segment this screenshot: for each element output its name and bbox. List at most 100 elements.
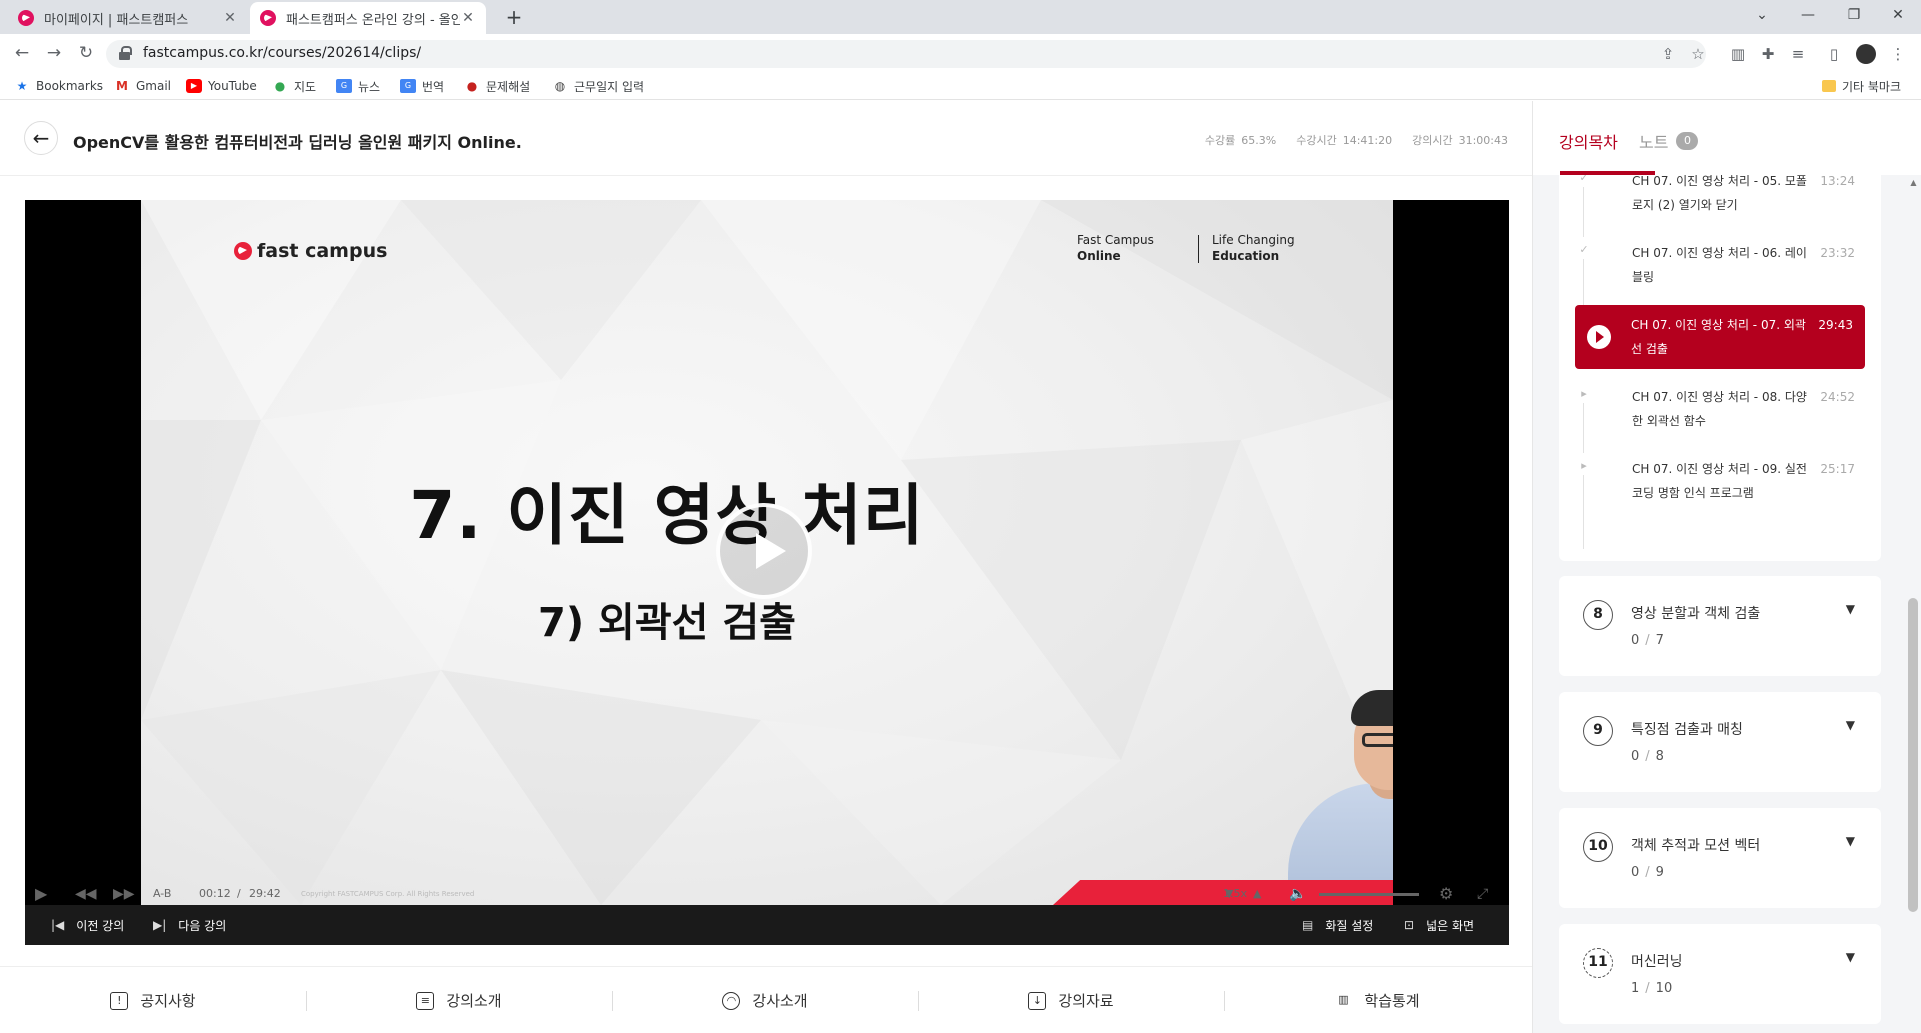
chapter-number: 8: [1583, 600, 1613, 630]
chapter-title: 특징점 검출과 매칭: [1631, 722, 1743, 738]
back-arrow-icon[interactable]: ←: [24, 121, 58, 155]
clip-item-08[interactable]: ▸ CH 07. 이진 영상 처리 - 08. 다양한 외곽선 함수 24:52: [1575, 385, 1865, 453]
panel-scrollbar-thumb[interactable]: [1908, 598, 1918, 912]
prev-lecture-button[interactable]: |◀ 이전 강의: [51, 905, 124, 945]
bookmark-star-icon[interactable]: ☆: [1688, 44, 1708, 64]
share-icon[interactable]: ⇪: [1658, 44, 1678, 64]
quality-settings-button[interactable]: ▤ 화질 설정: [1302, 905, 1373, 945]
clip-item-06[interactable]: ✓ CH 07. 이진 영상 처리 - 06. 레이블링 23:32: [1575, 241, 1865, 309]
bookmark-item[interactable]: G 번역: [400, 76, 444, 96]
rewind-icon[interactable]: ◀◀: [75, 880, 97, 908]
tab-curriculum[interactable]: 강의목차: [1559, 129, 1618, 153]
restore-icon[interactable]: ❐: [1831, 0, 1877, 34]
volume-slider[interactable]: [1319, 893, 1419, 896]
minimize-icon[interactable]: —: [1785, 0, 1831, 34]
tab-course-intro[interactable]: ≡ 강의소개: [306, 967, 612, 1033]
play-small-icon: ▸: [1581, 387, 1587, 400]
close-icon[interactable]: ✕: [222, 10, 238, 26]
tab-notes[interactable]: 노트 0: [1639, 129, 1699, 153]
tab-materials[interactable]: ↓ 강의자료: [918, 967, 1224, 1033]
chapter-9[interactable]: 9 특징점 검출과 매칭 0/8 ▼: [1559, 692, 1881, 792]
chapter-number: 10: [1583, 832, 1613, 862]
extension-n-icon[interactable]: ▥: [1728, 44, 1748, 64]
current-time: 00:12: [199, 887, 231, 900]
course-header: ← OpenCV를 활용한 컴퓨터비전과 딥러닝 올인원 패키지 Online.…: [0, 101, 1532, 176]
ab-repeat-button[interactable]: A-B: [153, 880, 171, 908]
fast-forward-icon[interactable]: ▶▶: [113, 880, 135, 908]
news-icon: G: [336, 79, 352, 93]
fastcampus-favicon-icon: [260, 10, 276, 26]
scroll-up-icon[interactable]: ▲: [1906, 178, 1921, 192]
chapter-11[interactable]: 11 머신러닝 1/10 ▼: [1559, 924, 1881, 1024]
reading-list-icon[interactable]: ≡: [1788, 44, 1808, 64]
chevron-down-icon[interactable]: ▼: [1846, 834, 1855, 848]
course-info-tabs: ! 공지사항 ≡ 강의소개 ◠ 강사소개 ↓ 강의자료 ▥ 학습통계: [0, 966, 1532, 1033]
bookmark-item[interactable]: ● 지도: [272, 76, 316, 96]
window-close-icon[interactable]: ✕: [1875, 0, 1921, 34]
browser-tab-course[interactable]: 패스트캠퍼스 온라인 강의 - 올인 ✕: [250, 2, 486, 34]
chapter-10[interactable]: 10 객체 추적과 모션 벡터 0/9 ▼: [1559, 808, 1881, 908]
forward-arrow-icon[interactable]: →: [42, 41, 66, 65]
clip-duration: 25:17: [1820, 462, 1855, 476]
settings-gear-icon[interactable]: ⚙: [1439, 880, 1453, 908]
tab-notice[interactable]: ! 공지사항: [0, 967, 306, 1033]
fastcampus-favicon-icon: [18, 10, 34, 26]
clip-timeline-line: [1583, 259, 1584, 309]
tab-search-icon[interactable]: ⌄: [1739, 0, 1785, 34]
wide-screen-icon: ⊡: [1404, 918, 1415, 932]
chevron-down-icon[interactable]: ▼: [1846, 718, 1855, 732]
playback-speed[interactable]: 1.5x: [1223, 880, 1247, 908]
side-panel-icon[interactable]: ▯: [1824, 44, 1844, 64]
clip-duration: 13:24: [1820, 175, 1855, 188]
bookmark-item[interactable]: ★ Bookmarks: [14, 76, 103, 96]
speed-up-icon[interactable]: ▲: [1253, 880, 1261, 908]
browser-tab-mypage[interactable]: 마이페이지 | 패스트캠퍼스 ✕: [8, 2, 248, 34]
app-icon: ●: [466, 79, 478, 93]
youtube-icon: ▶: [186, 79, 202, 93]
clip-item-05[interactable]: ✓ CH 07. 이진 영상 처리 - 05. 모폴로지 (2) 열기와 닫기 …: [1575, 175, 1865, 237]
bookmark-label: 기타 북마크: [1842, 79, 1902, 94]
chapter-number: 11: [1583, 948, 1613, 978]
bookmark-label: YouTube: [208, 79, 257, 93]
more-menu-icon[interactable]: ⋮: [1888, 44, 1908, 64]
chevron-down-icon[interactable]: ▼: [1846, 602, 1855, 616]
course-title: OpenCV를 활용한 컴퓨터비전과 딥러닝 올인원 패키지 Online.: [73, 133, 522, 152]
back-arrow-icon[interactable]: ←: [10, 41, 34, 65]
extensions-puzzle-icon[interactable]: ✚: [1758, 44, 1778, 64]
reload-icon[interactable]: ↻: [74, 41, 98, 65]
bookmark-item[interactable]: ◍ 근무일지 입력: [552, 76, 644, 96]
bookmark-item[interactable]: ● 문제해설: [464, 76, 530, 96]
clip-item-09[interactable]: ▸ CH 07. 이진 영상 처리 - 09. 실전 코딩 명함 인식 프로그램…: [1575, 457, 1865, 549]
bookmark-item[interactable]: M Gmail: [114, 76, 171, 96]
chevron-down-icon[interactable]: ▼: [1846, 950, 1855, 964]
time-separator: /: [237, 887, 241, 900]
chapter-8[interactable]: 8 영상 분할과 객체 검출 0/7 ▼: [1559, 576, 1881, 676]
clip-timeline-line: [1583, 187, 1584, 237]
tab-title: 패스트캠퍼스 온라인 강의 - 올인: [286, 12, 460, 28]
slide-brand-left: Fast Campus Online: [1077, 233, 1154, 263]
next-lecture-button[interactable]: ▶| 다음 강의: [153, 905, 226, 945]
browser-tab-strip: 마이페이지 | 패스트캠퍼스 ✕ 패스트캠퍼스 온라인 강의 - 올인 ✕ + …: [0, 0, 1921, 34]
wide-screen-button[interactable]: ⊡ 넓은 화면: [1404, 905, 1474, 945]
url-text: fastcampus.co.kr/courses/202614/clips/: [143, 45, 422, 61]
slide-title: 7. 이진 영상 처리: [409, 477, 925, 554]
other-bookmarks[interactable]: 기타 북마크: [1822, 76, 1901, 96]
play-icon[interactable]: ▶: [35, 880, 47, 908]
play-button[interactable]: [716, 503, 812, 599]
clip-item-07-playing[interactable]: CH 07. 이진 영상 처리 - 07. 외곽선 검출 29:43: [1575, 305, 1865, 369]
tab-instructor-intro[interactable]: ◠ 강사소개: [612, 967, 918, 1033]
star-icon: ★: [16, 79, 28, 93]
address-bar[interactable]: fastcampus.co.kr/courses/202614/clips/: [106, 40, 1706, 68]
new-tab-button[interactable]: +: [500, 5, 528, 29]
slide-brand-right: Life Changing Education: [1212, 233, 1295, 263]
bookmark-item[interactable]: ▶ YouTube: [186, 76, 257, 96]
volume-icon[interactable]: 🔈: [1289, 880, 1306, 908]
tab-stats[interactable]: ▥ 학습통계: [1224, 967, 1530, 1033]
bookmark-item[interactable]: G 뉴스: [336, 76, 380, 96]
fullscreen-icon[interactable]: ⤢: [1477, 880, 1488, 908]
close-icon[interactable]: ✕: [460, 10, 476, 26]
video-player[interactable]: fast campus Fast Campus Online Life Chan…: [25, 200, 1509, 945]
profile-avatar-icon[interactable]: [1856, 44, 1876, 64]
chapter-title: 영상 분할과 객체 검출: [1631, 606, 1761, 622]
clipboard-icon: ≡: [416, 991, 435, 1010]
